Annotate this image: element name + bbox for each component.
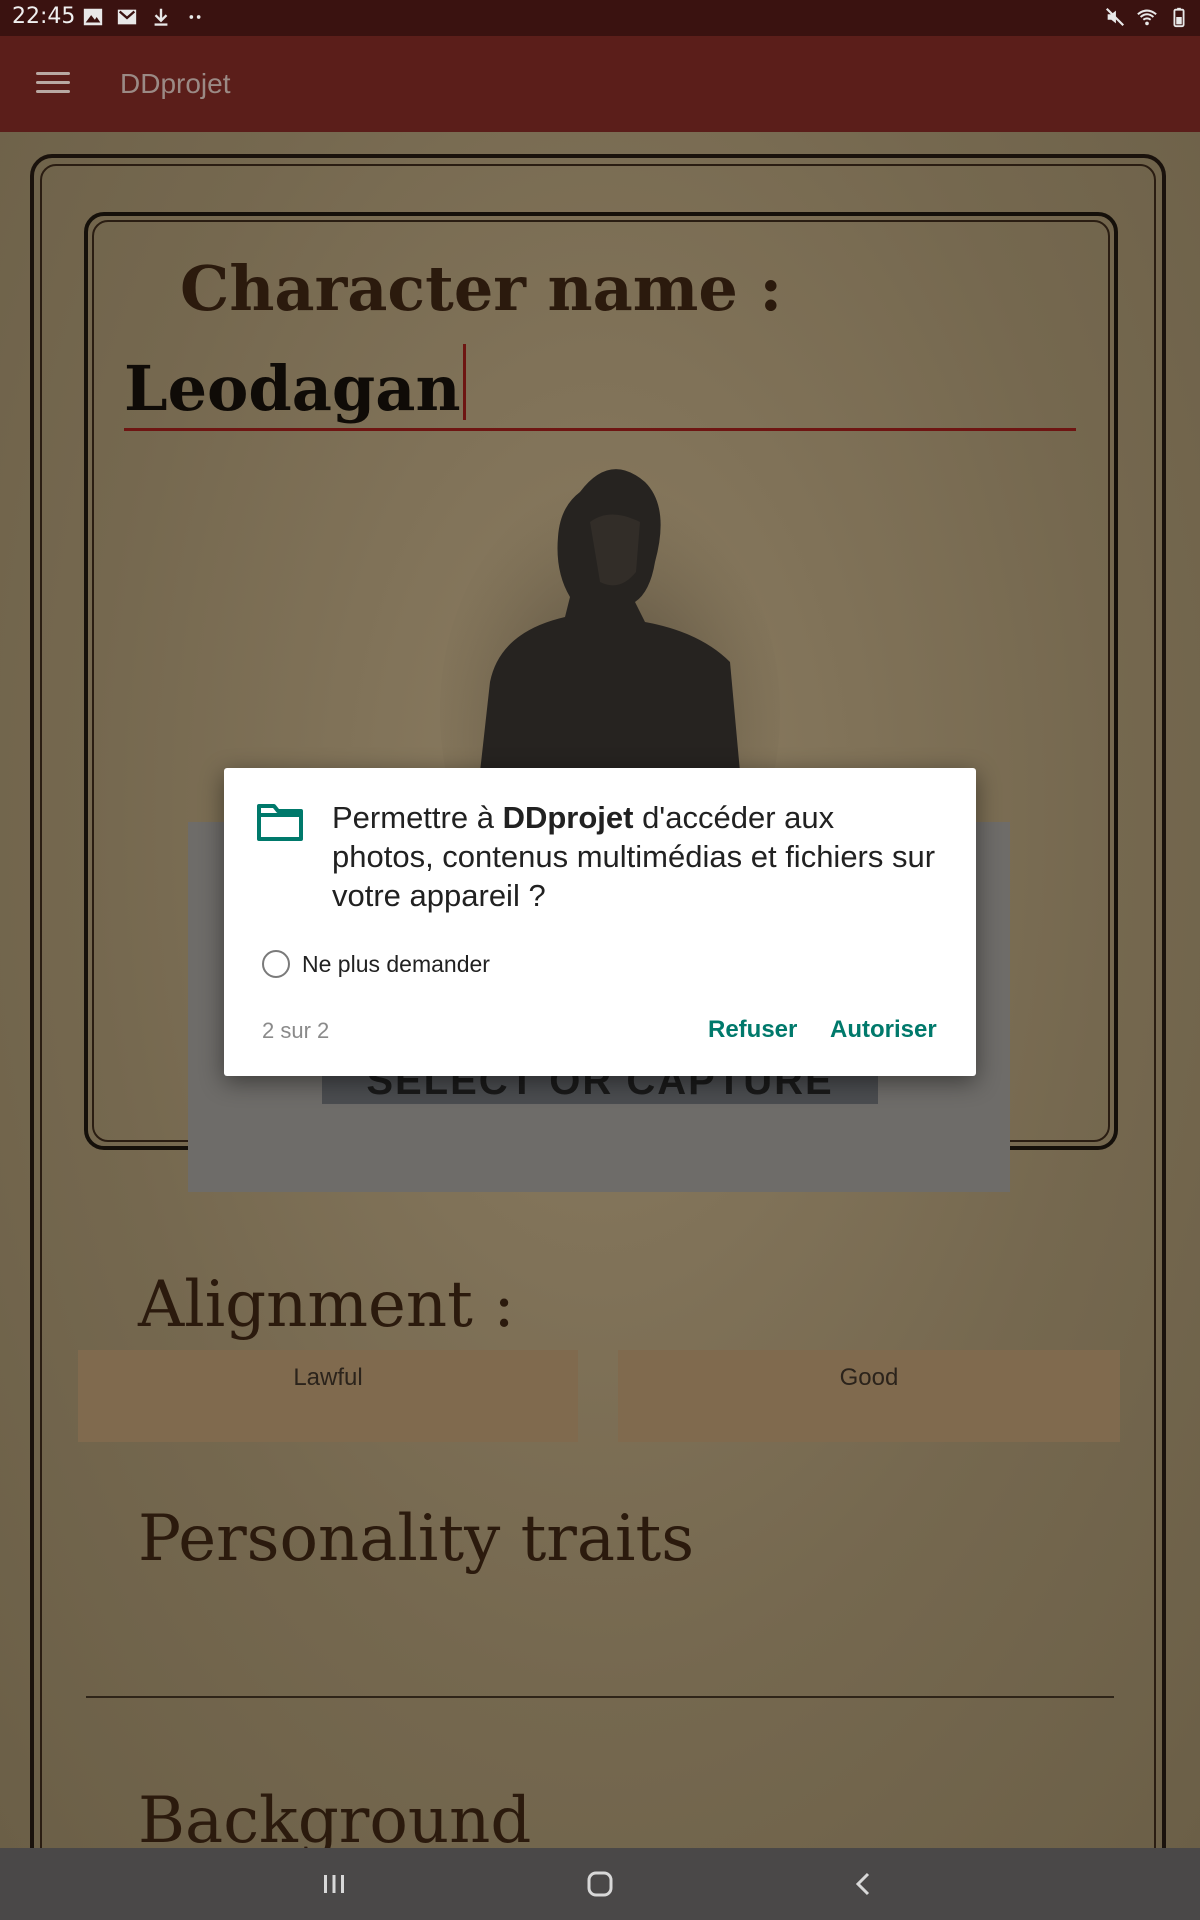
text-cursor xyxy=(462,344,466,420)
back-icon[interactable] xyxy=(848,1868,880,1900)
image-icon xyxy=(83,8,103,26)
status-bar: 22:45 xyxy=(0,0,1200,36)
permission-app-name: DDprojet xyxy=(502,800,634,835)
hamburger-menu-icon[interactable] xyxy=(36,66,70,100)
character-name-label: Character name : xyxy=(180,252,783,325)
personality-traits-label: Personality traits xyxy=(138,1502,695,1576)
gmail-icon xyxy=(117,9,137,25)
permission-dialog: Permettre à DDprojet d'accéder aux photo… xyxy=(224,768,976,1076)
app-bar: DDprojet xyxy=(0,36,1200,132)
background-label: Background xyxy=(138,1784,532,1848)
alignment-good[interactable]: Good xyxy=(618,1350,1120,1442)
download-icon xyxy=(154,8,168,26)
deny-button[interactable]: Refuser xyxy=(708,1016,797,1044)
clock: 22:45 xyxy=(12,4,76,29)
more-dots-icon xyxy=(189,15,201,19)
dont-ask-again-option[interactable]: Ne plus demander xyxy=(262,950,490,978)
dont-ask-again-label: Ne plus demander xyxy=(302,950,490,977)
system-icons xyxy=(1104,6,1190,28)
recents-icon[interactable] xyxy=(318,1868,350,1900)
navigation-bar xyxy=(0,1848,1200,1920)
folder-icon xyxy=(257,804,303,841)
allow-button[interactable]: Autoriser xyxy=(830,1016,937,1044)
wifi-icon xyxy=(1137,9,1157,26)
permission-pager: 2 sur 2 xyxy=(262,1018,330,1043)
dont-ask-again-radio[interactable] xyxy=(262,950,290,978)
alignment-label: Alignment : xyxy=(138,1268,515,1342)
mute-icon xyxy=(1105,7,1125,27)
permission-message: Permettre à DDprojet d'accéder aux photo… xyxy=(332,800,936,913)
character-name-value: Leodagan xyxy=(124,352,461,425)
character-name-input[interactable]: Leodagan xyxy=(124,344,1076,431)
divider xyxy=(86,1696,1114,1698)
app-title: DDprojet xyxy=(120,68,231,99)
battery-icon xyxy=(1173,7,1185,28)
notification-icons xyxy=(82,6,206,28)
home-icon[interactable] xyxy=(584,1868,616,1900)
alignment-lawful[interactable]: Lawful xyxy=(78,1350,578,1442)
